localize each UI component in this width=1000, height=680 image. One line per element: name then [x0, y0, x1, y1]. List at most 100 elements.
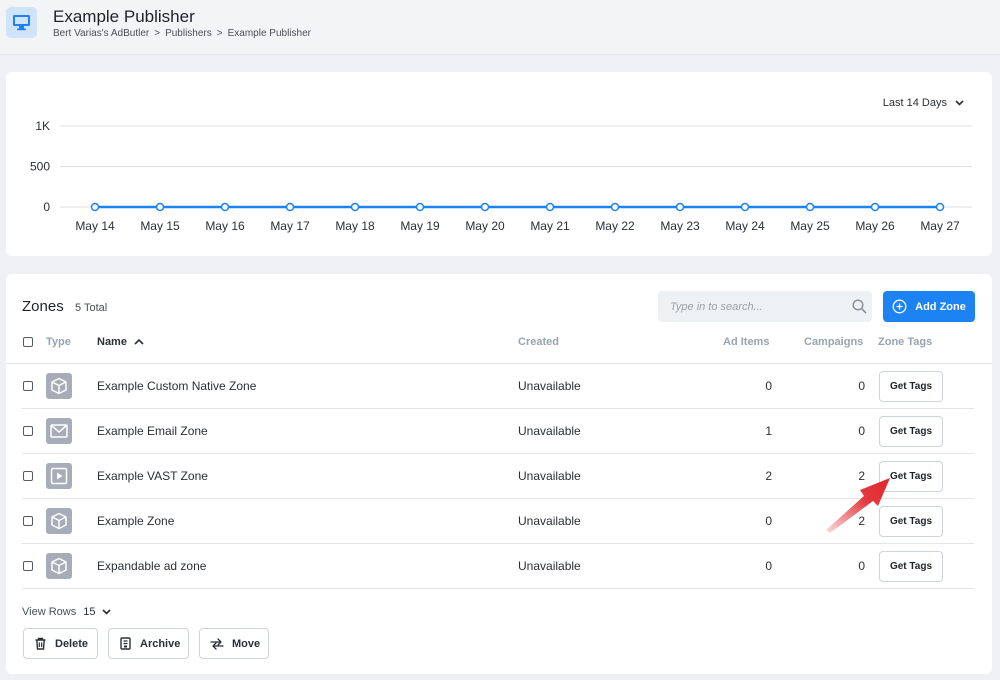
delete-button[interactable]: Delete: [23, 628, 98, 659]
move-label: Move: [232, 637, 261, 650]
data-point: [935, 202, 945, 212]
archive-icon: [120, 637, 131, 650]
monitor-icon: [6, 7, 37, 38]
zone-ad-items: 1: [765, 424, 772, 438]
zone-name[interactable]: Expandable ad zone: [97, 559, 206, 573]
cube-icon: [46, 508, 72, 534]
data-point: [675, 202, 685, 212]
zone-created: Unavailable: [518, 559, 581, 573]
breadcrumb-root[interactable]: Bert Varias's AdButler: [53, 28, 149, 39]
envelope-icon: [46, 418, 72, 444]
add-zone-button[interactable]: Add Zone: [883, 291, 975, 322]
zone-name[interactable]: Example Zone: [97, 514, 174, 528]
search-icon[interactable]: [852, 299, 867, 314]
column-name-sortable[interactable]: Name: [97, 336, 144, 348]
row-checkbox[interactable]: [23, 471, 33, 481]
zone-name[interactable]: Example VAST Zone: [97, 469, 208, 483]
zone-ad-items: 0: [765, 559, 772, 573]
x-tick-label: May 17: [270, 219, 310, 233]
get-tags-button[interactable]: Get Tags: [879, 416, 943, 447]
data-point: [740, 202, 750, 212]
table-row: Example Email Zone Unavailable 1 0 Get T…: [22, 409, 974, 454]
y-tick-label: 500: [30, 160, 50, 174]
stats-chart-card: Last 14 Days 1K 500 0 May 14 May 15 May 16 May…: [6, 72, 992, 256]
row-checkbox[interactable]: [23, 561, 33, 571]
x-tick-label: May 18: [335, 219, 375, 233]
data-point: [480, 202, 490, 212]
zone-campaigns: 0: [858, 559, 865, 573]
zone-name[interactable]: Example Email Zone: [97, 424, 208, 438]
x-tick-label: May 14: [75, 219, 115, 233]
annotation-arrow-icon: [826, 478, 890, 533]
zone-search: [658, 291, 872, 322]
data-point: [90, 202, 100, 212]
x-tick-label: May 27: [920, 219, 960, 233]
page-header: Example Publisher Bert Varias's AdButler…: [0, 0, 1000, 55]
select-all-checkbox[interactable]: [23, 337, 33, 347]
table-header: Type Name Created Ad Items Campaigns Zon…: [6, 330, 992, 364]
zones-title: Zones: [22, 298, 64, 315]
view-rows-select[interactable]: View Rows 15: [22, 606, 112, 618]
data-point: [285, 202, 295, 212]
x-tick-label: May 16: [205, 219, 245, 233]
row-checkbox[interactable]: [23, 516, 33, 526]
x-tick-label: May 21: [530, 219, 570, 233]
cube-icon: [46, 553, 72, 579]
table-row: Example Custom Native Zone Unavailable 0…: [22, 364, 974, 409]
zones-total: 5 Total: [75, 302, 108, 314]
move-button[interactable]: Move: [199, 628, 269, 659]
table-row: Expandable ad zone Unavailable 0 0 Get T…: [22, 544, 974, 589]
column-created: Created: [518, 336, 559, 348]
data-point: [155, 202, 165, 212]
x-tick-label: May 20: [465, 219, 505, 233]
row-checkbox[interactable]: [23, 381, 33, 391]
data-point: [870, 202, 880, 212]
move-arrows-icon: [210, 637, 224, 650]
get-tags-button[interactable]: Get Tags: [879, 551, 943, 582]
zone-campaigns: 0: [858, 379, 865, 393]
archive-button[interactable]: Archive: [108, 628, 189, 659]
x-tick-label: May 19: [400, 219, 440, 233]
zone-ad-items: 0: [765, 379, 772, 393]
x-tick-label: May 15: [140, 219, 180, 233]
breadcrumb-publishers[interactable]: Publishers: [165, 28, 212, 39]
column-name-label: Name: [97, 336, 127, 348]
y-tick-label: 1K: [35, 119, 50, 133]
cube-icon: [46, 373, 72, 399]
data-point: [350, 202, 360, 212]
zone-created: Unavailable: [518, 514, 581, 528]
zone-campaigns: 0: [858, 424, 865, 438]
zone-created: Unavailable: [518, 379, 581, 393]
play-icon: [46, 463, 72, 489]
trash-icon: [35, 637, 46, 650]
line-chart: 1K 500 0 May 14 May 15 May 16 May 17 May 18 May …: [30, 119, 972, 233]
view-rows-value: 15: [83, 606, 96, 618]
row-checkbox[interactable]: [23, 426, 33, 436]
y-tick-label: 0: [43, 200, 50, 214]
column-type: Type: [46, 336, 71, 348]
plus-circle-icon: [892, 299, 907, 314]
search-input[interactable]: [658, 291, 844, 322]
data-point: [415, 202, 425, 212]
breadcrumb: Bert Varias's AdButler > Publishers > Ex…: [53, 28, 311, 39]
breadcrumb-separator: >: [216, 28, 223, 39]
add-zone-label: Add Zone: [915, 300, 966, 313]
view-rows-label: View Rows: [22, 606, 77, 618]
zone-ad-items: 0: [765, 514, 772, 528]
sort-ascending-icon: [134, 338, 144, 345]
chevron-down-icon: [102, 609, 112, 615]
get-tags-button[interactable]: Get Tags: [879, 371, 943, 402]
zone-ad-items: 2: [765, 469, 772, 483]
zone-created: Unavailable: [518, 469, 581, 483]
x-tick-label: May 23: [660, 219, 700, 233]
data-point: [545, 202, 555, 212]
column-campaigns: Campaigns: [804, 336, 864, 348]
zone-name[interactable]: Example Custom Native Zone: [97, 379, 256, 393]
x-tick-label: May 24: [725, 219, 765, 233]
x-tick-label: May 25: [790, 219, 830, 233]
column-ad-items: Ad Items: [723, 336, 770, 348]
column-zone-tags: Zone Tags: [878, 336, 933, 348]
breadcrumb-separator: >: [154, 28, 161, 39]
breadcrumb-current: Example Publisher: [227, 28, 311, 39]
delete-label: Delete: [55, 637, 89, 650]
